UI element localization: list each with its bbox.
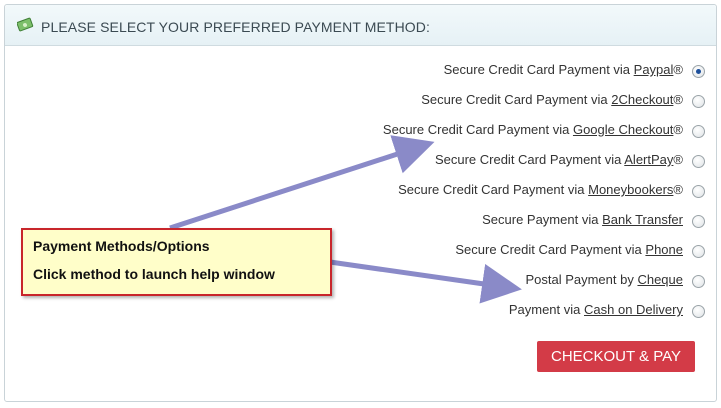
payment-method-radio[interactable] xyxy=(692,185,705,198)
payment-option-prefix: Secure Credit Card Payment via xyxy=(421,92,612,107)
page-title: PLEASE SELECT YOUR PREFERRED PAYMENT MET… xyxy=(41,19,430,35)
payment-option-prefix: Secure Credit Card Payment via xyxy=(398,182,589,197)
callout-title: Payment Methods/Options xyxy=(33,238,210,254)
payment-option-prefix: Secure Credit Card Payment via xyxy=(455,242,646,257)
payment-option-label: Secure Credit Card Payment via Paypal® xyxy=(444,62,683,77)
payment-option-label: Secure Credit Card Payment via Google Ch… xyxy=(383,122,683,137)
payment-option-suffix: ® xyxy=(673,122,683,137)
payment-method-help-link[interactable]: Bank Transfer xyxy=(602,212,683,227)
payment-method-radio[interactable] xyxy=(692,95,705,108)
payment-option-label: Payment via Cash on Delivery xyxy=(509,302,683,317)
payment-method-help-link[interactable]: Google Checkout xyxy=(573,122,673,137)
payment-method-help-link[interactable]: 2Checkout xyxy=(611,92,673,107)
payment-option-label: Secure Credit Card Payment via Phone xyxy=(455,242,683,257)
payment-option-prefix: Postal Payment by xyxy=(525,272,638,287)
payment-method-help-link[interactable]: Cheque xyxy=(637,272,683,287)
payment-option-prefix: Secure Credit Card Payment via xyxy=(434,152,625,167)
payment-option-suffix: ® xyxy=(673,152,683,167)
payment-option-label: Secure Credit Card Payment via 2Checkout… xyxy=(421,92,683,107)
payment-option-label: Secure Credit Card Payment via AlertPay® xyxy=(435,152,683,167)
payment-option-suffix: ® xyxy=(673,92,683,107)
payment-method-radio[interactable] xyxy=(692,305,705,318)
payment-option-label: Secure Credit Card Payment via Moneybook… xyxy=(398,182,683,197)
checkout-button[interactable]: CHECKOUT & PAY xyxy=(537,341,695,372)
panel-header: PLEASE SELECT YOUR PREFERRED PAYMENT MET… xyxy=(5,5,716,46)
money-icon xyxy=(17,17,34,32)
payment-option-suffix: ® xyxy=(673,182,683,197)
payment-method-radio[interactable] xyxy=(692,245,705,258)
payment-method-help-link[interactable]: Moneybookers xyxy=(588,182,673,197)
payment-method-radio[interactable] xyxy=(692,275,705,288)
payment-option-label: Secure Payment via Bank Transfer xyxy=(482,212,683,227)
payment-option-prefix: Secure Credit Card Payment via xyxy=(382,122,573,137)
payment-option-prefix: Payment via xyxy=(508,302,584,317)
payment-method-help-link[interactable]: Cash on Delivery xyxy=(584,302,683,317)
help-callout: Payment Methods/Options Click method to … xyxy=(21,228,332,296)
payment-method-radio[interactable] xyxy=(692,65,705,78)
payment-option-prefix: Secure Credit Card Payment via xyxy=(443,62,634,77)
payment-method-help-link[interactable]: AlertPay xyxy=(624,152,673,167)
payment-method-help-link[interactable]: Paypal xyxy=(634,62,674,77)
payment-method-radio[interactable] xyxy=(692,215,705,228)
payment-method-help-link[interactable]: Phone xyxy=(645,242,683,257)
payment-option-label: Postal Payment by Cheque xyxy=(525,272,683,287)
payment-method-radio[interactable] xyxy=(692,155,705,168)
payment-option-prefix: Secure Payment via xyxy=(482,212,603,227)
payment-method-radio[interactable] xyxy=(692,125,705,138)
callout-text: Click method to launch help window xyxy=(33,266,275,282)
payment-option-suffix: ® xyxy=(673,62,683,77)
